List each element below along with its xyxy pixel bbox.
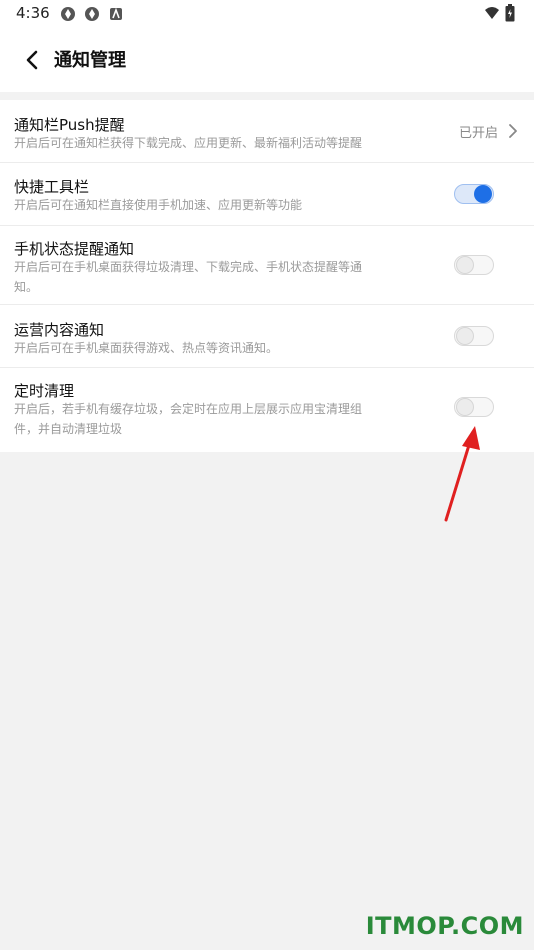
setting-title: 通知栏Push提醒 — [14, 116, 125, 134]
chevron-right-icon — [509, 124, 517, 138]
setting-title: 运营内容通知 — [14, 321, 105, 339]
setting-row-push[interactable]: 通知栏Push提醒 开启后可在通知栏获得下载完成、应用更新、最新福利活动等提醒 … — [0, 100, 534, 163]
toolbar: 通知管理 — [0, 28, 534, 92]
red-arrow-annotation — [444, 426, 480, 522]
setting-description-line: 开启后，若手机有缓存垃圾，会定时在应用上层展示应用宝清理组 — [14, 402, 363, 416]
app-notification-icon — [110, 7, 122, 20]
scheduled-clean-toggle[interactable] — [454, 397, 494, 417]
chevron-left-icon — [26, 50, 38, 70]
status-bar: 4:36 — [0, 0, 534, 28]
back-button[interactable] — [14, 42, 50, 78]
setting-description: 开启后可在通知栏直接使用手机加速、应用更新等功能 — [14, 198, 303, 212]
setting-description-line: 件，并自动清理垃圾 — [14, 422, 123, 436]
toggle-knob — [456, 256, 474, 274]
battery-icon — [505, 4, 515, 22]
page-title: 通知管理 — [54, 50, 126, 71]
app-notification-icon — [61, 7, 75, 21]
toggle-knob — [456, 327, 474, 345]
setting-description-line: 开启后可在手机桌面获得垃圾清理、下载完成、手机状态提醒等通 — [14, 260, 363, 274]
setting-row-operations: 运营内容通知 开启后可在手机桌面获得游戏、热点等资讯通知。 — [0, 305, 534, 368]
setting-value: 已开启 — [458, 126, 498, 141]
settings-list: 通知栏Push提醒 开启后可在通知栏获得下载完成、应用更新、最新福利活动等提醒 … — [0, 100, 534, 452]
setting-title: 手机状态提醒通知 — [14, 240, 135, 258]
status-time: 4:36 — [16, 4, 50, 22]
setting-description: 开启后可在通知栏获得下载完成、应用更新、最新福利活动等提醒 — [14, 136, 363, 150]
setting-row-phone-status: 手机状态提醒通知 开启后可在手机桌面获得垃圾清理、下载完成、手机状态提醒等通 知… — [0, 226, 534, 305]
phone-status-toggle[interactable] — [454, 255, 494, 275]
setting-description: 开启后可在手机桌面获得垃圾清理、下载完成、手机状态提醒等通 知。 — [14, 257, 362, 297]
watermark-logo: ITMOP.COM — [365, 912, 524, 940]
quick-toolbar-toggle[interactable] — [454, 184, 494, 204]
operations-toggle[interactable] — [454, 326, 494, 346]
setting-description-line: 知。 — [14, 280, 39, 294]
app-notification-icon — [85, 7, 99, 21]
toggle-knob — [456, 398, 474, 416]
setting-title: 定时清理 — [14, 382, 75, 400]
setting-description: 开启后可在手机桌面获得游戏、热点等资讯通知。 — [14, 341, 279, 355]
toggle-knob — [474, 185, 492, 203]
wifi-icon — [485, 7, 499, 19]
setting-description: 开启后，若手机有缓存垃圾，会定时在应用上层展示应用宝清理组 件，并自动清理垃圾 — [14, 399, 362, 439]
setting-row-quick-toolbar: 快捷工具栏 开启后可在通知栏直接使用手机加速、应用更新等功能 — [0, 163, 534, 226]
setting-title: 快捷工具栏 — [14, 178, 90, 196]
